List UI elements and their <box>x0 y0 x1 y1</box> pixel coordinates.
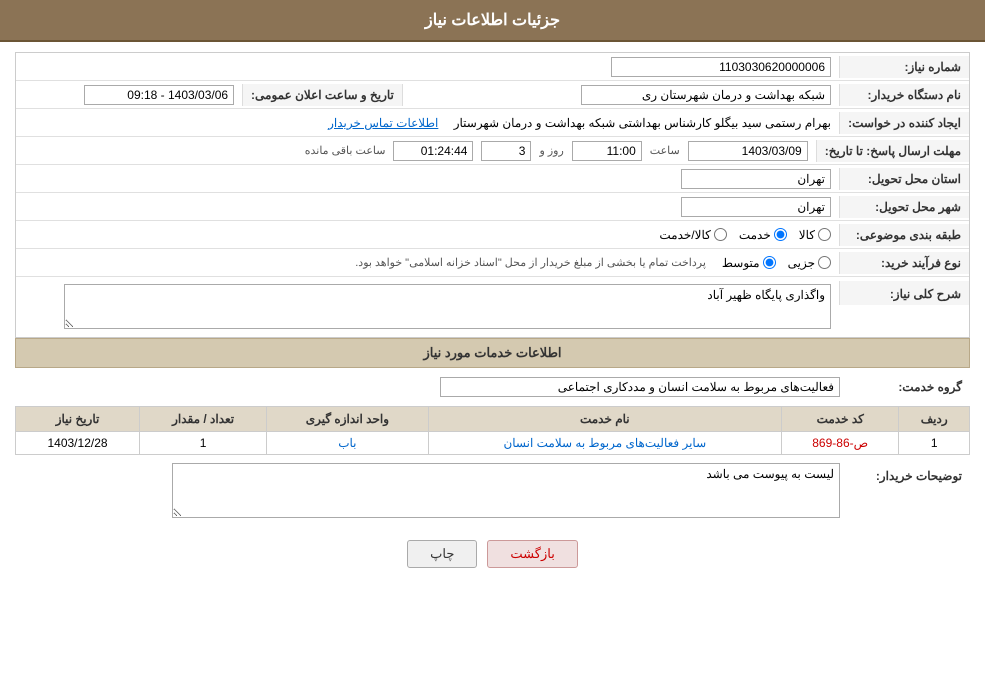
purchase-type-radio-group: جزیی متوسط <box>722 256 831 270</box>
deadline-days-input[interactable] <box>481 141 531 161</box>
city-label: شهر محل تحویل: <box>839 196 969 218</box>
creator-contact-link[interactable]: اطلاعات تماس خریدار <box>328 116 438 130</box>
purchase-jozei-radio[interactable] <box>818 256 831 269</box>
table-header-row: ردیف کد خدمت نام خدمت واحد اندازه گیری ت… <box>16 407 970 432</box>
main-content: شماره نیاز: نام دستگاه خریدار: تاریخ و س… <box>0 42 985 590</box>
cell-service-code: ص-86-869 <box>782 432 899 455</box>
purchase-motavset-text: متوسط <box>722 256 760 270</box>
deadline-date-input[interactable] <box>688 141 808 161</box>
col-unit: واحد اندازه گیری <box>267 407 428 432</box>
cell-quantity: 1 <box>140 432 267 455</box>
announce-datetime-input[interactable] <box>84 85 234 105</box>
purchase-motavset-label[interactable]: متوسط <box>722 256 776 270</box>
buyer-org-cell <box>403 82 839 108</box>
need-number-input[interactable] <box>611 57 831 77</box>
buyer-desc-row: توضیحات خریدار: <box>15 463 970 518</box>
purchase-jozei-text: جزیی <box>788 256 815 270</box>
deadline-days-label: روز و <box>539 144 563 157</box>
province-row: استان محل تحویل: <box>16 165 969 193</box>
category-khedmat-radio[interactable] <box>774 228 787 241</box>
service-group-label: گروه خدمت: <box>840 376 970 398</box>
cell-need-date: 1403/12/28 <box>16 432 140 455</box>
need-number-value <box>16 54 839 80</box>
services-section-title: اطلاعات خدمات مورد نیاز <box>15 338 970 368</box>
need-number-label: شماره نیاز: <box>839 56 969 78</box>
print-button[interactable]: چاپ <box>407 540 477 568</box>
deadline-label: مهلت ارسال پاسخ: تا تاریخ: <box>816 140 969 162</box>
creator-row: ایجاد کننده در خواست: بهرام رستمی سید بی… <box>16 109 969 137</box>
cell-unit: باب <box>267 432 428 455</box>
category-row: طبقه بندی موضوعی: کالا خدمت <box>16 221 969 249</box>
deadline-remain-label: ساعت باقی مانده <box>305 144 386 157</box>
province-label: استان محل تحویل: <box>839 168 969 190</box>
buyer-org-input[interactable] <box>581 85 831 105</box>
buyer-announce-row: نام دستگاه خریدار: تاریخ و ساعت اعلان عم… <box>16 81 969 109</box>
category-radio-group: کالا خدمت کالا/خدمت <box>659 228 831 242</box>
deadline-row: مهلت ارسال پاسخ: تا تاریخ: ساعت روز و سا… <box>16 137 969 165</box>
category-kala-text: کالا <box>799 228 815 242</box>
button-group: بازگشت چاپ <box>15 528 970 580</box>
category-label: طبقه بندی موضوعی: <box>839 224 969 246</box>
city-value-cell <box>16 194 839 220</box>
service-group-row: گروه خدمت: <box>15 376 970 398</box>
page-header: جزئیات اطلاعات نیاز <box>0 0 985 42</box>
category-kala-khedmat-label[interactable]: کالا/خدمت <box>659 228 726 242</box>
purchase-jozei-label[interactable]: جزیی <box>788 256 831 270</box>
table-row: 1 ص-86-869 سایر فعالیت‌های مربوط به سلام… <box>16 432 970 455</box>
service-group-input[interactable] <box>440 377 840 397</box>
col-quantity: تعداد / مقدار <box>140 407 267 432</box>
cell-service-name: سایر فعالیت‌های مربوط به سلامت انسان <box>428 432 782 455</box>
category-kala-khedmat-text: کالا/خدمت <box>659 228 710 242</box>
main-form-section: شماره نیاز: نام دستگاه خریدار: تاریخ و س… <box>15 52 970 338</box>
col-need-date: تاریخ نیاز <box>16 407 140 432</box>
announce-datetime-label: تاریخ و ساعت اعلان عمومی: <box>242 84 403 106</box>
buyer-org-label: نام دستگاه خریدار: <box>839 84 969 106</box>
buyer-desc-label: توضیحات خریدار: <box>840 463 970 487</box>
creator-label: ایجاد کننده در خواست: <box>839 112 969 134</box>
cell-row-num: 1 <box>899 432 970 455</box>
buyer-desc-textarea[interactable] <box>172 463 841 518</box>
purchase-type-row: نوع فرآیند خرید: جزیی متوسط پرداخت تمام … <box>16 249 969 277</box>
deadline-value-cell: ساعت روز و ساعت باقی مانده <box>16 138 816 164</box>
purchase-type-note: پرداخت تمام یا بخشی از مبلغ خریدار از مح… <box>355 256 706 269</box>
description-value-cell: document.addEventListener('DOMContentLoa… <box>16 281 839 332</box>
category-khedmat-label[interactable]: خدمت <box>739 228 787 242</box>
category-kala-khedmat-radio[interactable] <box>714 228 727 241</box>
need-number-row: شماره نیاز: <box>16 53 969 81</box>
category-kala-label[interactable]: کالا <box>799 228 831 242</box>
creator-text: بهرام رستمی سید بیگلو کارشناس بهداشتی شب… <box>454 116 831 130</box>
col-service-code: کد خدمت <box>782 407 899 432</box>
deadline-time-input[interactable] <box>572 141 642 161</box>
announce-datetime-value <box>16 82 242 108</box>
purchase-type-value-cell: جزیی متوسط پرداخت تمام یا بخشی از مبلغ خ… <box>16 253 839 273</box>
back-button[interactable]: بازگشت <box>487 540 577 568</box>
deadline-multi: ساعت روز و ساعت باقی مانده <box>305 141 808 161</box>
province-value-cell <box>16 166 839 192</box>
category-kala-radio[interactable] <box>818 228 831 241</box>
category-khedmat-text: خدمت <box>739 228 771 242</box>
city-row: شهر محل تحویل: <box>16 193 969 221</box>
description-label: شرح کلی نیاز: <box>839 281 969 305</box>
services-table-body: 1 ص-86-869 سایر فعالیت‌های مربوط به سلام… <box>16 432 970 455</box>
page-title: جزئیات اطلاعات نیاز <box>425 12 560 29</box>
city-input[interactable] <box>681 197 831 217</box>
province-input[interactable] <box>681 169 831 189</box>
deadline-remain-input[interactable] <box>393 141 473 161</box>
description-textarea[interactable] <box>64 284 831 329</box>
category-value-cell: کالا خدمت کالا/خدمت <box>16 225 839 245</box>
description-row: شرح کلی نیاز: document.addEventListener(… <box>16 277 969 337</box>
creator-value-cell: بهرام رستمی سید بیگلو کارشناس بهداشتی شب… <box>16 113 839 133</box>
services-table: ردیف کد خدمت نام خدمت واحد اندازه گیری ت… <box>15 406 970 455</box>
page-wrapper: جزئیات اطلاعات نیاز شماره نیاز: نام دستگ… <box>0 0 985 691</box>
deadline-time-label: ساعت <box>650 144 680 157</box>
purchase-motavset-radio[interactable] <box>763 256 776 269</box>
col-row-num: ردیف <box>899 407 970 432</box>
purchase-type-label: نوع فرآیند خرید: <box>839 252 969 274</box>
col-service-name: نام خدمت <box>428 407 782 432</box>
